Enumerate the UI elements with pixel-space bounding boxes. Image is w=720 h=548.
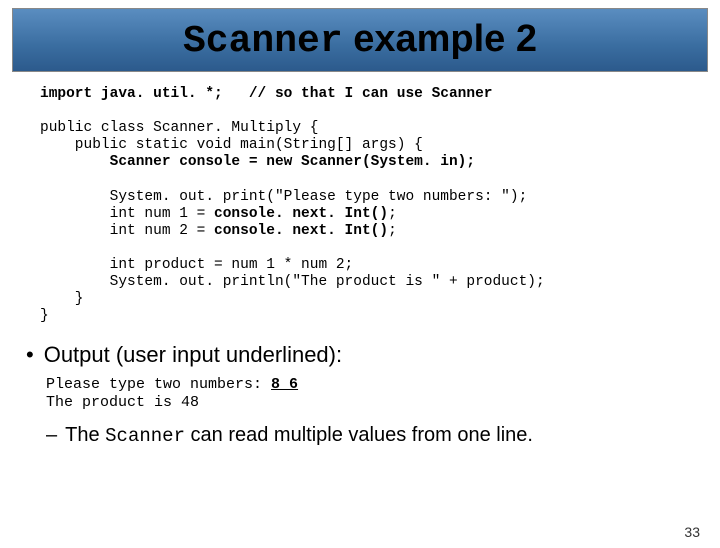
dash-text: The Scanner can read multiple values fro… [65, 424, 533, 447]
dash-note: – The Scanner can read multiple values f… [46, 424, 692, 447]
dash-mono: Scanner [105, 425, 185, 447]
code-semi: ; [388, 206, 397, 222]
out-line1: Please type two numbers: [46, 376, 271, 393]
code-line: public static void main(String[] args) { [40, 137, 423, 153]
code-import: import java. util. *; [40, 86, 223, 102]
code-line: System. out. println("The product is " +… [40, 274, 545, 290]
content-area: import java. util. *; // so that I can u… [0, 72, 720, 447]
title-mono: Scanner [183, 20, 343, 63]
title-bar: Scanner example 2 [12, 8, 708, 72]
title-rest: example 2 [343, 18, 537, 60]
output-block: Please type two numbers: 8 6 The product… [46, 376, 692, 412]
code-line: int product = num 1 * num 2; [40, 257, 353, 273]
code-call: console. next. Int() [214, 206, 388, 222]
code-comment: // so that I can use Scanner [249, 86, 493, 102]
code-semi: ; [388, 223, 397, 239]
code-line: Scanner console = new Scanner(System. in… [40, 154, 475, 170]
code-line: public class Scanner. Multiply { [40, 120, 318, 136]
bullet-text: Output (user input underlined): [44, 342, 342, 368]
user-input: 8 6 [271, 376, 298, 393]
code-line: int num 2 = [40, 223, 214, 239]
slide: Scanner example 2 import java. util. *; … [0, 8, 720, 548]
code-line: int num 1 = [40, 206, 214, 222]
page-number: 33 [684, 524, 700, 540]
code-call: console. next. Int() [214, 223, 388, 239]
bullet-output: • Output (user input underlined): [26, 342, 692, 368]
out-line2: The product is 48 [46, 394, 199, 411]
dash-pre: The [65, 424, 105, 446]
code-block: import java. util. *; // so that I can u… [40, 86, 692, 326]
bullet-dot-icon: • [26, 342, 34, 368]
dash-post: can read multiple values from one line. [185, 424, 533, 446]
code-line: System. out. print("Please type two numb… [40, 189, 527, 205]
code-line: } [40, 291, 84, 307]
code-line: } [40, 308, 49, 324]
dash-icon: – [46, 424, 57, 447]
slide-title: Scanner example 2 [183, 18, 537, 63]
